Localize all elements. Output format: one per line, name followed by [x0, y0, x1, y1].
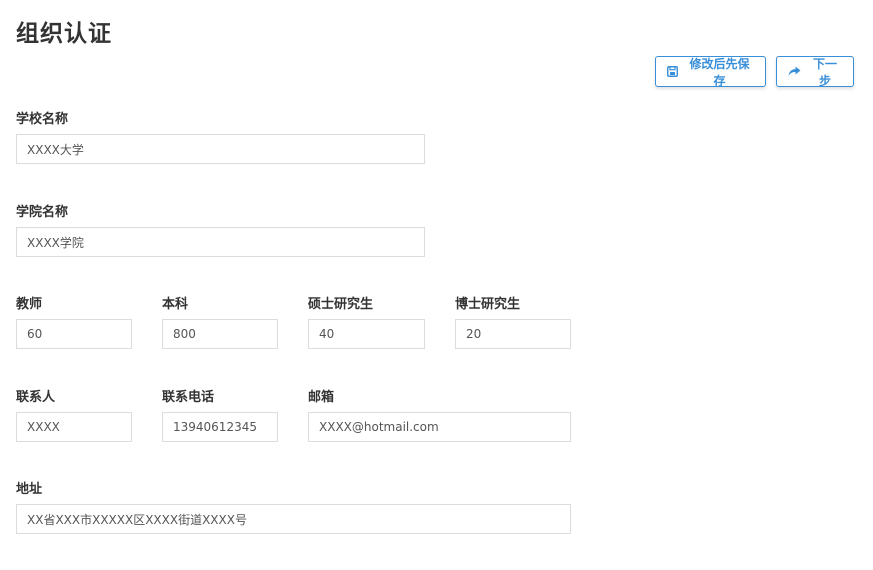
- save-icon: [667, 66, 678, 77]
- address-input[interactable]: [16, 504, 571, 534]
- next-step-button-label: 下一步: [812, 56, 837, 88]
- contact-phone-input[interactable]: [162, 412, 278, 442]
- toolbar: 修改后先保存 下一步: [655, 56, 854, 88]
- contact-person-field: 联系人: [16, 389, 132, 442]
- contact-phone-field: 联系电话: [162, 389, 278, 442]
- masters-field: 硕士研究生: [308, 296, 425, 349]
- email-field: 邮箱: [308, 389, 571, 442]
- phd-field: 博士研究生: [455, 296, 571, 349]
- undergrad-input[interactable]: [162, 319, 278, 349]
- address-label: 地址: [16, 482, 43, 497]
- teachers-input[interactable]: [16, 319, 132, 349]
- college-name-field: 学院名称: [16, 204, 425, 257]
- save-button-label: 修改后先保存: [689, 56, 750, 88]
- email-input[interactable]: [308, 412, 571, 442]
- contact-phone-label: 联系电话: [162, 390, 215, 405]
- masters-input[interactable]: [308, 319, 425, 349]
- school-name-field: 学校名称: [16, 111, 425, 164]
- phd-input[interactable]: [455, 319, 571, 349]
- undergrad-label: 本科: [162, 297, 189, 312]
- school-name-label: 学校名称: [16, 112, 69, 127]
- save-button[interactable]: 修改后先保存: [655, 56, 766, 88]
- page-title: 组织认证: [16, 21, 112, 47]
- share-forward-icon: [788, 66, 801, 77]
- contact-person-label: 联系人: [16, 390, 56, 405]
- college-name-input[interactable]: [16, 227, 425, 257]
- teachers-field: 教师: [16, 296, 132, 349]
- email-label: 邮箱: [308, 390, 335, 405]
- masters-label: 硕士研究生: [308, 297, 374, 312]
- college-name-label: 学院名称: [16, 205, 69, 220]
- undergrad-field: 本科: [162, 296, 278, 349]
- address-field: 地址: [16, 481, 571, 534]
- school-name-input[interactable]: [16, 134, 425, 164]
- contact-person-input[interactable]: [16, 412, 132, 442]
- next-step-button[interactable]: 下一步: [776, 56, 854, 88]
- phd-label: 博士研究生: [455, 297, 521, 312]
- teachers-label: 教师: [16, 297, 43, 312]
